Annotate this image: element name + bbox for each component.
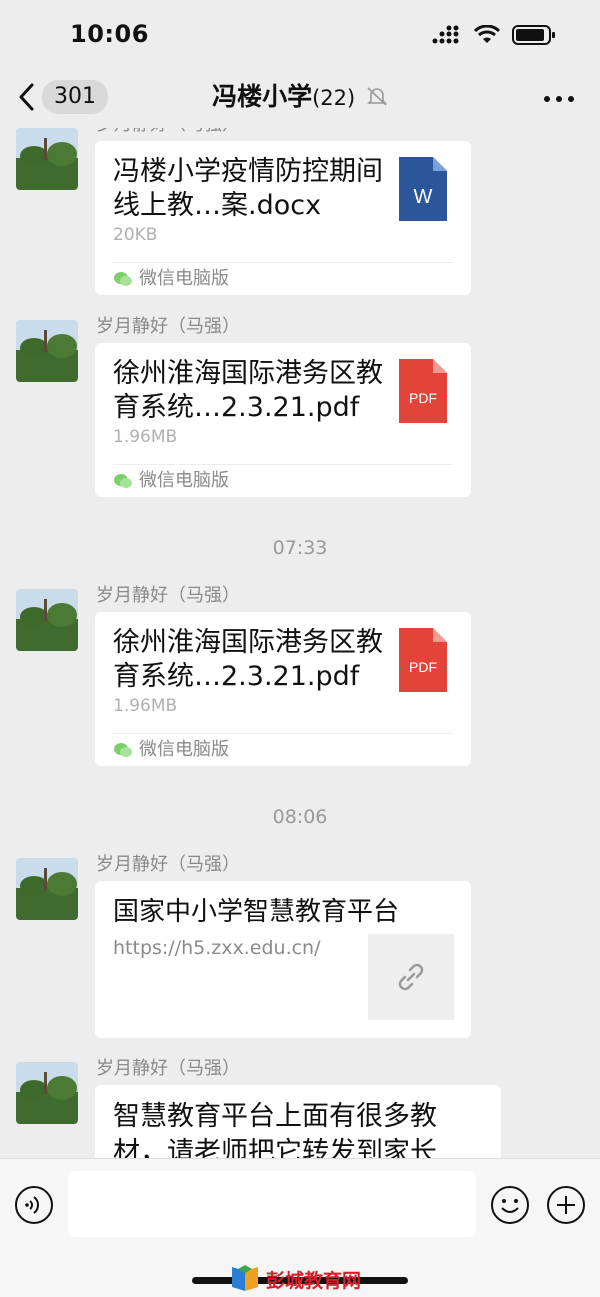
chat-title[interactable]: 冯楼小学(22) <box>0 80 600 115</box>
file-name: 徐州淮海国际港务区教育系统…2.3.21.pdf <box>113 627 383 692</box>
word-file-icon: W <box>399 157 447 221</box>
group-name: 冯楼小学 <box>212 82 313 111</box>
sender-avatar[interactable] <box>16 589 78 651</box>
wechat-icon <box>114 272 132 286</box>
file-size: 1.96MB <box>113 427 178 447</box>
message-item: 岁月静好（马强） 冯楼小学疫情防控期间线上教…案.docx 20KB W 微信电… <box>0 128 600 295</box>
sender-avatar[interactable] <box>16 858 78 920</box>
link-thumbnail <box>368 934 454 1020</box>
message-item: 岁月静好（马强） 智慧教育平台上面有很多教材，请老师把它转发到家长 <box>0 1058 600 1158</box>
file-message-card[interactable]: 徐州淮海国际港务区教育系统…2.3.21.pdf 1.96MB PDF 微信电脑… <box>95 612 471 766</box>
wechat-icon <box>114 474 132 488</box>
status-icons <box>432 22 556 48</box>
message-list[interactable]: 岁月静好（马强） 冯楼小学疫情防控期间线上教…案.docx 20KB W 微信电… <box>0 128 600 1158</box>
card-divider <box>113 262 453 263</box>
member-count: (22) <box>312 86 356 110</box>
sender-name: 岁月静好（马强） <box>96 585 240 606</box>
wifi-icon <box>474 25 500 43</box>
sender-avatar[interactable] <box>16 320 78 382</box>
card-divider <box>113 464 453 465</box>
pdf-file-icon: PDF <box>399 359 447 423</box>
battery-icon <box>512 25 555 45</box>
wechat-icon <box>114 743 132 757</box>
file-size: 20KB <box>113 225 158 245</box>
voice-input-icon[interactable] <box>14 1185 54 1225</box>
source-label: 微信电脑版 <box>113 469 229 493</box>
link-url: https://h5.zxx.edu.cn/ <box>113 937 321 959</box>
input-bar: 彭城教育网 <box>0 1158 600 1297</box>
message-item: 岁月静好（马强） 国家中小学智慧教育平台 https://h5.zxx.edu.… <box>0 854 600 1044</box>
signal-icon <box>432 25 459 44</box>
mute-bell-icon <box>366 87 387 106</box>
watermark: 彭城教育网 <box>228 1265 361 1293</box>
sender-name: 岁月静好（马强） <box>96 1058 240 1079</box>
sender-name: 岁月静好（马强） <box>96 128 240 136</box>
message-item: 岁月静好（马强） 徐州淮海国际港务区教育系统…2.3.21.pdf 1.96MB… <box>0 316 600 497</box>
time-separator: 07:33 <box>272 537 328 559</box>
file-type-label: W <box>414 186 433 208</box>
source-label: 微信电脑版 <box>113 267 229 291</box>
status-bar: 10:06 <box>0 0 600 70</box>
link-title: 国家中小学智慧教育平台 <box>113 897 400 927</box>
plus-icon[interactable] <box>546 1185 586 1225</box>
chat-header: 301 冯楼小学(22) <box>0 70 600 128</box>
more-options-icon[interactable] <box>542 84 576 114</box>
file-type-label: PDF <box>409 659 437 675</box>
link-icon <box>398 963 424 991</box>
file-message-card[interactable]: 冯楼小学疫情防控期间线上教…案.docx 20KB W 微信电脑版 <box>95 141 471 295</box>
file-message-card[interactable]: 徐州淮海国际港务区教育系统…2.3.21.pdf 1.96MB PDF 微信电脑… <box>95 343 471 497</box>
sender-avatar[interactable] <box>16 1062 78 1124</box>
card-divider <box>113 733 453 734</box>
file-name: 冯楼小学疫情防控期间线上教…案.docx <box>113 156 383 221</box>
emoji-icon[interactable] <box>490 1185 530 1225</box>
sender-name: 岁月静好（马强） <box>96 854 240 875</box>
source-text: 微信电脑版 <box>139 470 229 491</box>
time-separator: 08:06 <box>272 806 328 828</box>
sender-avatar[interactable] <box>16 128 78 190</box>
source-text: 微信电脑版 <box>139 268 229 289</box>
book-logo-icon <box>232 1265 258 1291</box>
source-text: 微信电脑版 <box>139 739 229 760</box>
pdf-file-icon: PDF <box>399 628 447 692</box>
source-label: 微信电脑版 <box>113 738 229 762</box>
status-time: 10:06 <box>70 20 149 48</box>
file-type-label: PDF <box>409 390 437 406</box>
file-name: 徐州淮海国际港务区教育系统…2.3.21.pdf <box>113 358 383 423</box>
sender-name: 岁月静好（马强） <box>96 316 240 337</box>
link-message-card[interactable]: 国家中小学智慧教育平台 https://h5.zxx.edu.cn/ <box>95 881 471 1038</box>
text-message-bubble[interactable]: 智慧教育平台上面有很多教材，请老师把它转发到家长 <box>95 1085 501 1158</box>
file-size: 1.96MB <box>113 696 178 716</box>
message-item: 岁月静好（马强） 徐州淮海国际港务区教育系统…2.3.21.pdf 1.96MB… <box>0 585 600 766</box>
watermark-text: 彭城教育网 <box>266 1269 362 1292</box>
message-input[interactable] <box>68 1171 476 1237</box>
